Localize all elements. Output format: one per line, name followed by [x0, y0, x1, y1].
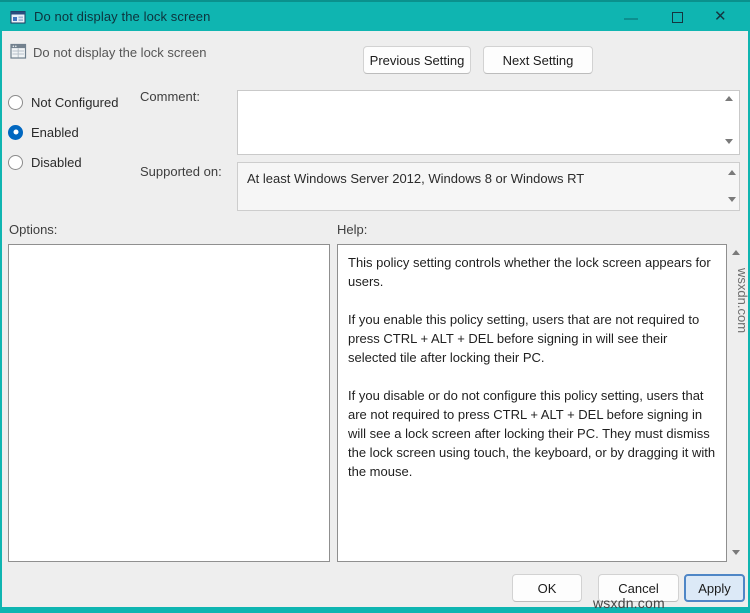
help-paragraph: If you disable or do not configure this … [348, 388, 716, 479]
watermark-side: wsxdn.com [735, 268, 750, 334]
options-label: Options: [9, 222, 58, 237]
help-paragraph: This policy setting controls whether the… [348, 255, 711, 289]
maximize-icon[interactable] [672, 12, 683, 23]
ok-button[interactable]: OK [512, 574, 582, 602]
policy-setting-icon [10, 43, 27, 60]
radio-label: Not Configured [31, 94, 119, 110]
watermark-bottom: wsxdn.com [593, 595, 665, 611]
radio-circle [8, 154, 23, 170]
supported-on-label: Supported on: [140, 164, 222, 179]
radio-disabled[interactable]: Disabled [8, 152, 82, 172]
policy-settings-window: Do not display the lock screen ✕ Do not … [0, 0, 750, 613]
previous-setting-button[interactable]: Previous Setting [363, 46, 471, 74]
radio-label: Disabled [31, 154, 82, 170]
radio-label: Enabled [31, 124, 79, 140]
minimize-icon[interactable] [624, 18, 638, 20]
radio-enabled[interactable]: Enabled [8, 122, 79, 142]
policy-title: Do not display the lock screen [33, 45, 207, 60]
titlebar: Do not display the lock screen ✕ [0, 0, 750, 31]
help-label: Help: [337, 222, 368, 237]
help-panel[interactable]: This policy setting controls whether the… [337, 244, 727, 562]
comment-scroll-down-icon[interactable] [725, 139, 733, 144]
comment-label: Comment: [140, 89, 200, 104]
next-setting-button[interactable]: Next Setting [483, 46, 593, 74]
window-title: Do not display the lock screen [34, 9, 211, 24]
help-scroll-down-icon[interactable] [732, 550, 740, 555]
supported-scroll-up-icon[interactable] [728, 170, 736, 175]
radio-not-configured[interactable]: Not Configured [8, 92, 118, 112]
radio-circle [8, 94, 23, 110]
apply-button[interactable]: Apply [684, 574, 745, 602]
help-paragraph: If you enable this policy setting, users… [348, 312, 700, 365]
help-scroll-up-icon[interactable] [732, 250, 740, 255]
options-panel [8, 244, 330, 562]
close-icon[interactable]: ✕ [714, 7, 727, 27]
radio-circle [8, 124, 23, 140]
app-icon [10, 9, 26, 25]
comment-scroll-up-icon[interactable] [725, 96, 733, 101]
comment-input[interactable] [237, 90, 740, 155]
supported-on-value: At least Windows Server 2012, Windows 8 … [237, 162, 740, 211]
supported-scroll-down-icon[interactable] [728, 197, 736, 202]
